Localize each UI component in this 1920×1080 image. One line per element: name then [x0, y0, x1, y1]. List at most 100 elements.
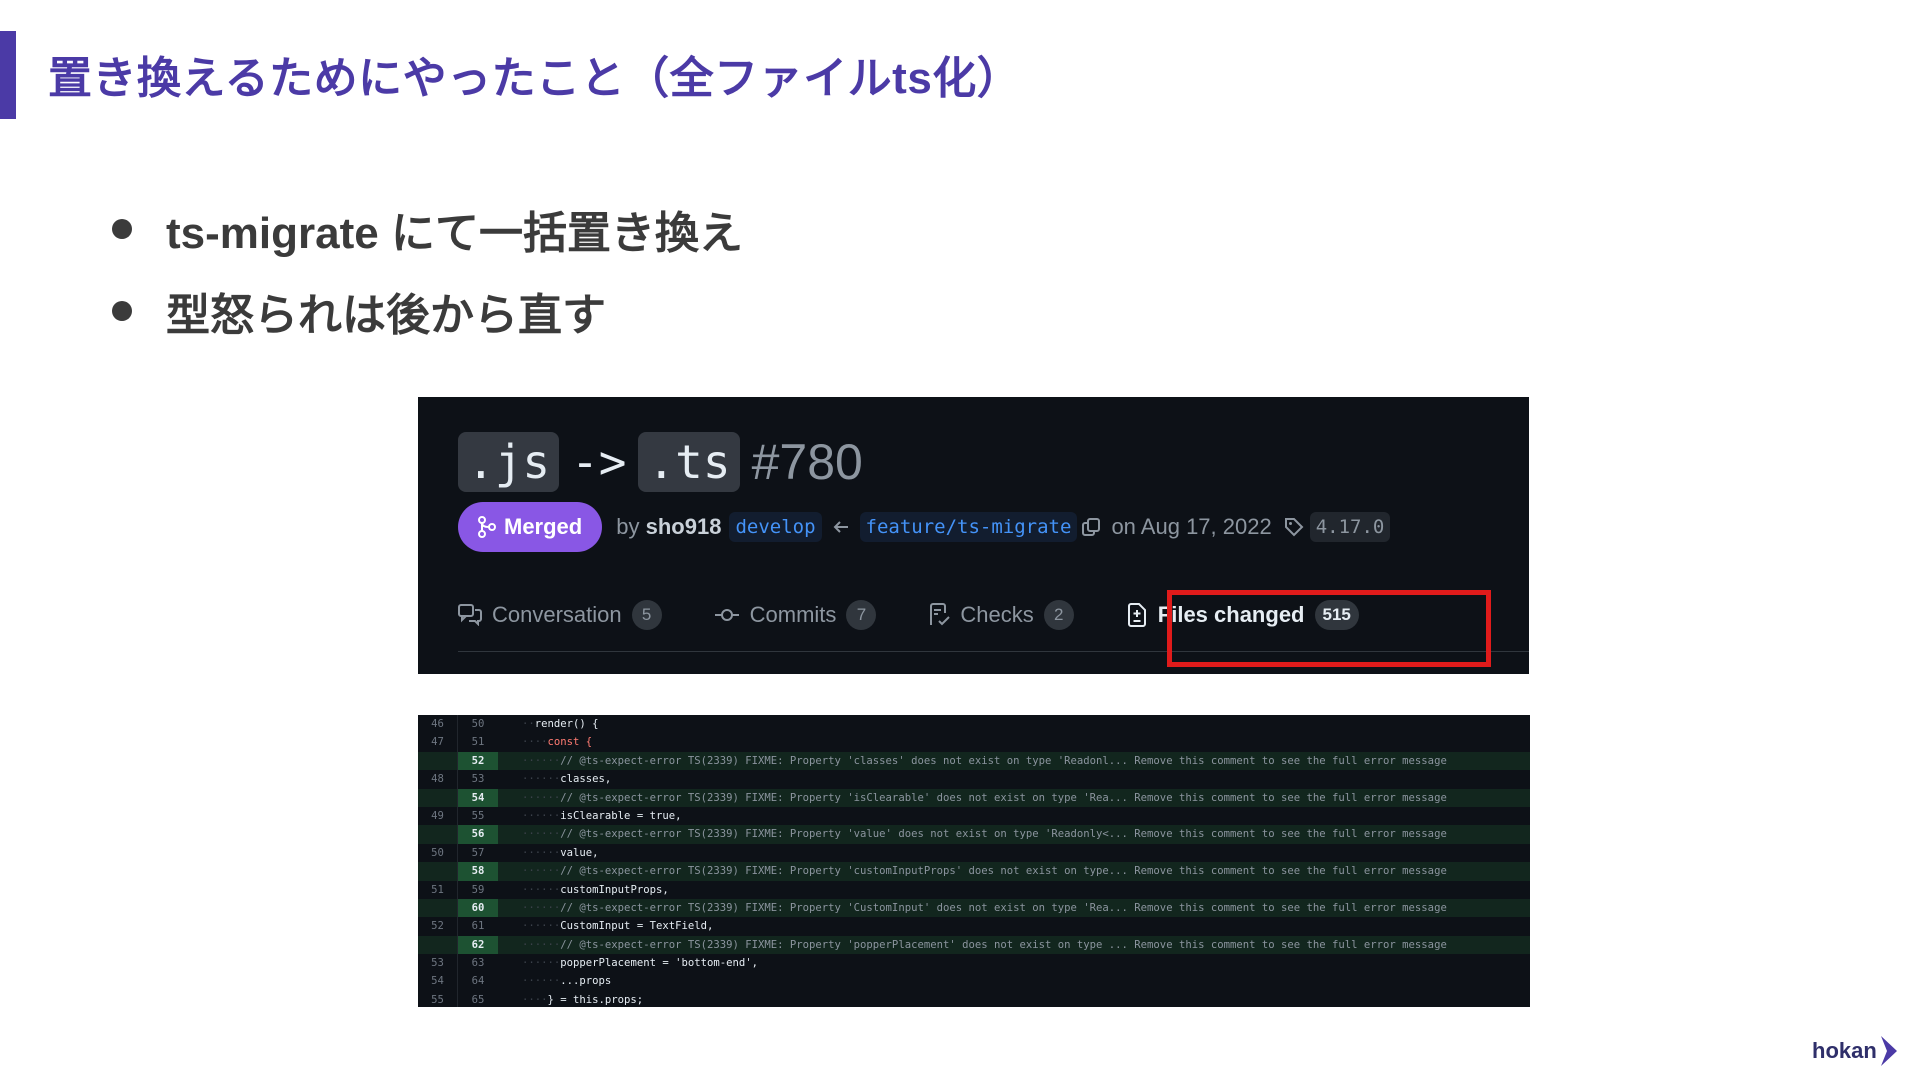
- merged-status-badge: Merged: [458, 502, 603, 552]
- pr-number: #780: [751, 434, 863, 490]
- copy-icon[interactable]: [1081, 517, 1101, 537]
- new-line-number[interactable]: 58: [458, 862, 498, 881]
- diff-row: 58 ······// @ts-expect-error TS(2339) FIX…: [418, 862, 1530, 881]
- code-line: ······value,: [498, 844, 599, 862]
- new-line-number[interactable]: 57: [458, 844, 498, 862]
- diff-row: 54 ······// @ts-expect-error TS(2339) FIX…: [418, 788, 1530, 807]
- indent-whitespace: ······: [522, 975, 561, 988]
- old-line-number[interactable]: 47: [418, 733, 458, 752]
- git-merge-icon: [478, 516, 496, 538]
- new-line-number[interactable]: 65: [458, 991, 498, 1007]
- old-line-number[interactable]: [418, 935, 458, 955]
- pr-title: .js -> .ts #780: [458, 432, 863, 492]
- old-line-number[interactable]: 50: [418, 843, 458, 863]
- old-line-number[interactable]: 52: [418, 917, 458, 936]
- code-comment: // @ts-expect-error TS(2339) FIXME: Prop…: [560, 791, 1447, 804]
- diff-row: 54 64 ······...props: [418, 972, 1530, 991]
- indent-whitespace: ······: [522, 883, 561, 896]
- author-link[interactable]: sho918: [646, 514, 722, 539]
- old-line-number[interactable]: [418, 898, 458, 918]
- diff-row: 56 ······// @ts-expect-error TS(2339) FIX…: [418, 825, 1530, 844]
- indent-whitespace: ····: [522, 736, 548, 749]
- old-line-number[interactable]: 48: [418, 770, 458, 789]
- old-line-number[interactable]: 51: [418, 880, 458, 899]
- new-line-number[interactable]: 54: [458, 788, 498, 807]
- new-line-number[interactable]: 53: [458, 770, 498, 788]
- code-line: ······isClearable = true,: [498, 807, 681, 825]
- code-text: render() {: [534, 718, 599, 730]
- tab-count-badge: 2: [1043, 600, 1074, 630]
- new-line-number[interactable]: 61: [458, 917, 498, 935]
- bullet-text: ts-migrate にて一括置き換え: [166, 209, 743, 258]
- arrow-left-icon: [832, 520, 850, 534]
- slide-title: 置き換えるためにやったこと（全ファイルts化）: [48, 54, 1022, 103]
- code-line: ····const {: [498, 733, 592, 751]
- diff-row: 53 63 ······popperPlacement = 'bottom-end'…: [418, 954, 1530, 973]
- indent-whitespace: ····: [522, 993, 548, 1006]
- code-line: ······popperPlacement = 'bottom-end',: [498, 954, 758, 972]
- code-comment: // @ts-expect-error TS(2339) FIXME: Prop…: [560, 901, 1447, 914]
- code-line: ······// @ts-expect-error TS(2339) FIXME…: [498, 862, 1447, 880]
- bullet-list: ts-migrate にて一括置き換え 型怒られは後から直す: [108, 188, 743, 352]
- code-text: classes,: [560, 773, 612, 786]
- new-line-number[interactable]: 59: [458, 881, 498, 899]
- files-changed-highlight: [1167, 590, 1491, 667]
- logo-chevron-icon: [1880, 1036, 1897, 1066]
- code-text: isClearable = true,: [560, 809, 682, 822]
- file-diff-icon: [1127, 603, 1146, 627]
- indent-whitespace: ······: [522, 828, 561, 841]
- pr-title-arrow: ->: [571, 435, 627, 489]
- old-line-number[interactable]: 53: [418, 954, 458, 973]
- logo-text: hokan: [1812, 1038, 1877, 1063]
- new-line-number[interactable]: 64: [458, 972, 498, 990]
- head-branch[interactable]: feature/ts-migrate: [859, 512, 1078, 542]
- new-line-number[interactable]: 50: [458, 715, 498, 733]
- pr-meta: Merged by sho918 develop feature/ts-migr…: [458, 502, 1391, 552]
- old-line-number[interactable]: 46: [418, 715, 458, 734]
- bullet-item: ts-migrate にて一括置き換え: [108, 188, 743, 270]
- title-accent-bar: [0, 31, 16, 119]
- bullet-dot-icon: [112, 301, 132, 321]
- code-text: const {: [547, 736, 593, 749]
- code-text: popperPlacement = 'bottom-end',: [560, 957, 758, 970]
- new-line-number[interactable]: 63: [458, 954, 498, 972]
- old-line-number[interactable]: [418, 788, 458, 807]
- old-line-number[interactable]: [418, 862, 458, 881]
- code-text: value,: [560, 846, 599, 859]
- tab-count-badge: 5: [631, 600, 662, 630]
- checklist-icon: [930, 603, 951, 626]
- release-tag[interactable]: 4.17.0: [1309, 512, 1391, 542]
- new-line-number[interactable]: 56: [458, 825, 498, 844]
- old-line-number[interactable]: 54: [418, 972, 458, 991]
- old-line-number[interactable]: 49: [418, 806, 458, 826]
- code-text: customInputProps,: [560, 883, 669, 896]
- code-comment: // @ts-expect-error TS(2339) FIXME: Prop…: [560, 828, 1447, 841]
- code-line: ····} = this.props;: [498, 991, 643, 1007]
- diff-row: 50 57 ······value,: [418, 843, 1530, 863]
- old-line-number[interactable]: [418, 825, 458, 844]
- old-line-number[interactable]: [418, 751, 458, 771]
- code-text: } = this.props;: [547, 993, 644, 1006]
- new-line-number[interactable]: 62: [458, 935, 498, 955]
- tab-checks[interactable]: Checks 2: [928, 587, 1074, 643]
- diff-row: 51 59 ······customInputProps,: [418, 880, 1530, 899]
- new-line-number[interactable]: 51: [458, 733, 498, 751]
- old-line-number[interactable]: 55: [418, 990, 458, 1007]
- tab-commits[interactable]: Commits 7: [714, 587, 877, 643]
- indent-whitespace: ··: [522, 718, 535, 730]
- new-line-number[interactable]: 52: [458, 751, 498, 771]
- diff-row: 46 50 ··render() {: [418, 715, 1530, 734]
- new-line-number[interactable]: 60: [458, 898, 498, 918]
- diff-row: 60 ······// @ts-expect-error TS(2339) FIX…: [418, 898, 1530, 918]
- code-line: ······CustomInput = TextField,: [498, 917, 713, 935]
- base-branch[interactable]: develop: [729, 512, 822, 542]
- code-comment: // @ts-expect-error TS(2339) FIXME: Prop…: [560, 938, 1447, 951]
- indent-whitespace: ······: [522, 846, 561, 859]
- pr-title-code-js: .js: [458, 432, 560, 492]
- code-text: CustomInput = TextField,: [560, 920, 714, 933]
- new-line-number[interactable]: 55: [458, 807, 498, 825]
- tab-conversation[interactable]: Conversation 5: [458, 587, 662, 643]
- indent-whitespace: ······: [522, 938, 561, 951]
- code-text: ...props: [560, 975, 612, 988]
- code-line: ······...props: [498, 972, 611, 990]
